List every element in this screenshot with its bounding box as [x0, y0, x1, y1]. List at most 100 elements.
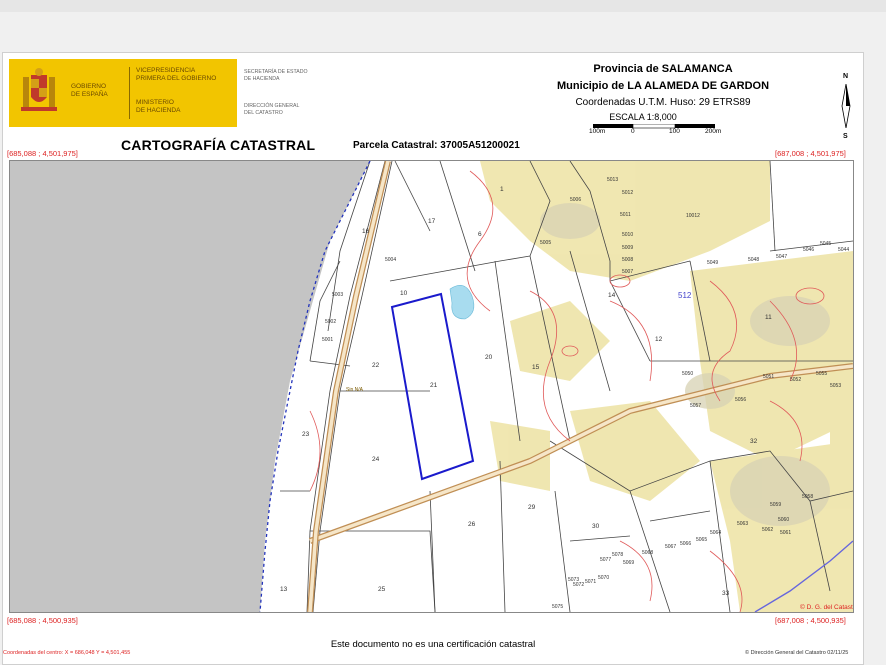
scale-bar-graphic	[593, 124, 715, 129]
parcel-label-5049: 5049	[707, 260, 718, 266]
page-title: CARTOGRAFÍA CATASTRAL	[121, 137, 316, 153]
parcel-label-10: 10	[400, 290, 408, 297]
coat-of-arms-icon	[21, 68, 57, 111]
parcel-label-1: 1	[500, 186, 504, 193]
parcel-label-32: 32	[750, 438, 758, 445]
map-canvas[interactable]: 1317165004500350025001102221201514122324…	[10, 161, 853, 612]
parcel-label-5008: 5008	[622, 257, 633, 263]
parcel-label-11: 11	[765, 314, 772, 321]
scale-label: ESCALA 1:8,000	[609, 112, 677, 122]
parcel-label-5045: 5045	[820, 241, 831, 247]
parcel-label-5050: 5050	[682, 371, 693, 377]
parcel-label-13: 13	[280, 586, 288, 593]
provincia-title: Provincia de SALAMANCA	[593, 63, 733, 75]
parcel-label-33: 33	[722, 590, 730, 597]
parcel-label-5006: 5006	[570, 197, 581, 203]
pond	[449, 284, 475, 320]
parcel-label-5012: 5012	[622, 190, 633, 196]
parcel-label-5057: 5057	[690, 403, 701, 409]
direccion-line2: DEL CATASTRO	[244, 110, 283, 116]
parcel-label-5003: 5003	[332, 292, 343, 298]
vicepresidencia-line2: PRIMERA DEL GOBIERNO	[136, 75, 217, 82]
compass-north-label: N	[843, 73, 849, 80]
parcel-label-5065: 5065	[696, 537, 707, 543]
parcel-label-5053: 5053	[830, 383, 841, 389]
parcel-label-5011: 5011	[620, 212, 631, 218]
parcel-label-26: 26	[468, 521, 476, 528]
logo-divider	[129, 67, 130, 119]
vicepresidencia-line1: VICEPRESIDENCIA	[136, 67, 196, 74]
parcel-label-5001: 5001	[322, 337, 333, 343]
parcel-label-5070: 5070	[598, 575, 609, 581]
parcel-label-23: 23	[302, 431, 310, 438]
parcel-label-5068: 5068	[642, 550, 653, 556]
gobierno-line1: GOBIERNO	[71, 83, 107, 90]
parcel-label-5051: 5051	[763, 374, 774, 380]
parcel-label-15: 15	[532, 364, 540, 371]
corner-coord-bottom-left: [685,088 ; 4,500,935]	[7, 616, 78, 625]
parcel-label-5071: 5071	[585, 579, 596, 585]
parcel-label-5078: 5078	[612, 552, 623, 558]
parcel-label-5061: 5061	[780, 530, 791, 536]
direccion-line1: DIRECCIÓN GENERAL	[244, 103, 300, 109]
ministerio-line2: DE HACIENDA	[136, 107, 181, 114]
disclaimer-text: Este documento no es una certificación c…	[330, 639, 536, 650]
parcel-label-10012: 10012	[686, 213, 700, 219]
parcel-label-5005: 5005	[540, 240, 551, 246]
parcel-label-16: 16	[362, 228, 370, 235]
parcel-label-5073: 5073	[568, 577, 579, 583]
scale-tick-1: 0	[631, 128, 635, 135]
scale-tick-0: 100m	[589, 128, 606, 135]
coordinate-system: Coordenadas U.T.M. Huso: 29 ETRS89	[575, 97, 751, 108]
road-label: Sin N/A	[346, 387, 364, 393]
parcel-label-24: 24	[372, 456, 380, 463]
polygon-512-label: 512	[678, 291, 692, 300]
copyright-text: © Dirección General del Catastro 02/11/2…	[745, 650, 849, 656]
scale-bar: 100m 0 100 200m	[589, 124, 721, 136]
compass-south-label: S	[843, 133, 848, 140]
secretaria-line2: DE HACIENDA	[244, 76, 280, 82]
cadastral-map[interactable]: 13 17 16 5004 5003 5002 5001 10 22 21 20 15 14 12 23 24…	[9, 160, 854, 613]
gobierno-line2: DE ESPAÑA	[71, 91, 108, 98]
parcel-label-25: 25	[378, 586, 386, 593]
north-arrow-icon	[841, 84, 851, 128]
parcel-label-20: 20	[485, 354, 493, 361]
corner-coord-top-left: [685,088 ; 4,501,975]	[7, 149, 78, 158]
browser-top-bar	[0, 0, 886, 12]
cadastral-sheet: GOBIERNO DE ESPAÑA VICEPRESIDENCIA PRIME…	[2, 52, 864, 665]
scale-tick-2: 100	[669, 128, 680, 135]
parcel-label-5002: 5002	[325, 319, 336, 325]
secretaria-line1: SECRETARÍA DE ESTADO	[244, 69, 308, 75]
parcela-reference: Parcela Catastral: 37005A51200021	[353, 140, 520, 151]
parcel-label-5062: 5062	[762, 527, 773, 533]
parcel-label-5048: 5048	[748, 257, 759, 263]
parcel-label-29: 29	[528, 504, 536, 511]
parcel-label-6: 6	[478, 231, 482, 238]
parcel-label-5075: 5075	[552, 604, 563, 610]
parcel-label-5063: 5063	[737, 521, 748, 527]
parcel-label-5056: 5056	[735, 397, 746, 403]
corner-coord-top-right: [687,008 ; 4,501,975]	[775, 149, 846, 158]
ministerio-line1: MINISTERIO	[136, 99, 174, 106]
parcel-label-5060: 5060	[778, 517, 789, 523]
parcel-label-5055: 5055	[816, 371, 827, 377]
parcel-label-5044: 5044	[838, 247, 849, 253]
parcel-label-5046: 5046	[803, 247, 814, 253]
corner-coord-bottom-right: [687,008 ; 4,500,935]	[775, 616, 846, 625]
parcel-label-5007: 5007	[622, 269, 633, 275]
center-coordinates: Coordenadas del centro: X = 686,048 Y = …	[3, 650, 131, 656]
parcel-label-5009: 5009	[622, 245, 633, 251]
parcel-label-5052: 5052	[790, 377, 801, 383]
parcel-label-5069: 5069	[623, 560, 634, 566]
government-logo: GOBIERNO DE ESPAÑA VICEPRESIDENCIA PRIME…	[9, 59, 329, 127]
scale-tick-3: 200m	[705, 128, 722, 135]
municipio-title: Municipio de LA ALAMEDA DE GARDON	[556, 80, 770, 92]
parcel-label-5058: 5058	[802, 494, 813, 500]
north-arrow: N S	[839, 73, 853, 143]
parcel-label-30: 30	[592, 523, 600, 530]
parcel-label-22: 22	[372, 362, 380, 369]
parcel-label-5004: 5004	[385, 257, 396, 263]
parcel-label-17: 17	[428, 218, 436, 225]
parcel-label-5067: 5067	[665, 544, 676, 550]
parcel-label-5010: 5010	[622, 232, 633, 238]
